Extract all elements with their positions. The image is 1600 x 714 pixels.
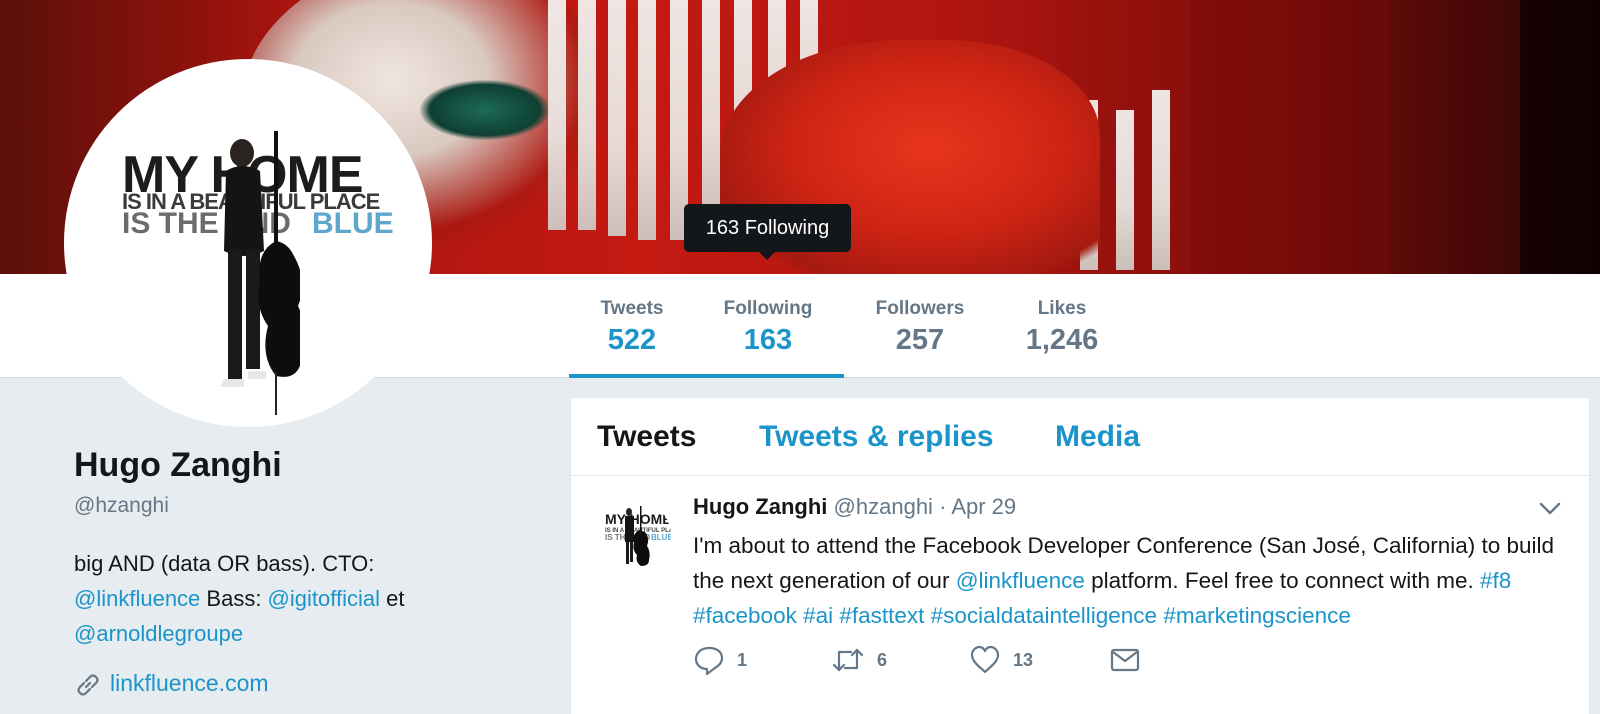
tab-tweets-and-replies[interactable]: Tweets & replies <box>759 420 994 454</box>
reply-button[interactable]: 1 <box>693 644 747 684</box>
nav-likes[interactable]: Likes 1,246 <box>1018 298 1106 357</box>
like-icon <box>970 645 1000 674</box>
like-count: 13 <box>1013 649 1034 670</box>
tweet[interactable]: MY HOME IS IN A BEAUTIFUL PLACE IS THE A… <box>571 476 1589 698</box>
following-tooltip: 163 Following <box>684 204 851 260</box>
svg-text:MY HOME: MY HOME <box>605 511 671 527</box>
tweet-date[interactable]: Apr 29 <box>951 494 1016 519</box>
direct-message-button[interactable] <box>1109 644 1141 684</box>
nav-following-count: 163 <box>743 324 793 356</box>
nav-following-label: Following <box>723 298 813 319</box>
avatar[interactable]: MY HOME IS IN A BEAUTIFUL PLACE IS THE A… <box>66 61 430 425</box>
nav-likes-label: Likes <box>1037 298 1087 319</box>
reply-icon <box>694 646 724 676</box>
bass-player-figure <box>220 131 300 415</box>
profile-website[interactable]: linkfluence.com <box>74 670 269 699</box>
like-button[interactable]: 13 <box>969 644 1033 684</box>
nav-tweets-label: Tweets <box>600 298 664 319</box>
timeline-tabs: Tweets Tweets & replies Media <box>571 398 1589 476</box>
profile-handle: @hzanghi <box>74 494 169 517</box>
svg-text:BLUE: BLUE <box>651 533 671 542</box>
nav-followers-label: Followers <box>875 298 965 319</box>
tweet-header: Hugo Zanghi @hzanghi · Apr 29 <box>693 494 1016 520</box>
tweet-separator: · <box>939 494 947 519</box>
retweet-icon <box>832 648 864 672</box>
nav-following[interactable]: Following 163 <box>712 298 824 357</box>
profile-bio: big AND (data OR bass). CTO: @linkfluenc… <box>74 551 405 646</box>
nav-tweets[interactable]: Tweets 522 <box>588 298 676 357</box>
tweet-mention-linkfluence[interactable]: @linkfluence <box>956 568 1085 593</box>
bio-link-linkfluence[interactable]: @linkfluence <box>74 586 200 611</box>
tab-tweets[interactable]: Tweets <box>597 420 696 454</box>
timeline: Tweets Tweets & replies Media MY HOME IS… <box>570 397 1590 714</box>
bio-link-arnoldlegroupe[interactable]: @arnoldlegroupe <box>74 621 243 646</box>
tweet-avatar[interactable]: MY HOME IS IN A BEAUTIFUL PLACE IS THE A… <box>599 500 671 572</box>
message-icon <box>1110 648 1140 672</box>
reply-count: 1 <box>737 649 748 670</box>
tweet-author-handle[interactable]: @hzanghi <box>834 494 933 519</box>
nav-active-underline <box>569 374 844 378</box>
retweet-button[interactable]: 6 <box>831 644 887 684</box>
profile-name: Hugo Zanghi <box>74 446 282 484</box>
tab-media[interactable]: Media <box>1055 420 1140 454</box>
chevron-down-icon[interactable] <box>1539 502 1561 516</box>
link-icon <box>77 674 99 696</box>
nav-likes-count: 1,246 <box>1025 324 1099 356</box>
tweet-avatar-image: MY HOME IS IN A BEAUTIFUL PLACE IS THE A… <box>605 506 671 566</box>
nav-tweets-count: 522 <box>607 324 657 356</box>
nav-followers[interactable]: Followers 257 <box>866 298 974 357</box>
nav-followers-count: 257 <box>895 324 945 356</box>
retweet-count: 6 <box>877 649 888 670</box>
website-link[interactable]: linkfluence.com <box>110 670 269 696</box>
tweet-text: I'm about to attend the Facebook Develop… <box>693 533 1555 628</box>
tweet-author-name[interactable]: Hugo Zanghi <box>693 494 827 519</box>
bio-link-igitofficial[interactable]: @igitofficial <box>268 586 380 611</box>
